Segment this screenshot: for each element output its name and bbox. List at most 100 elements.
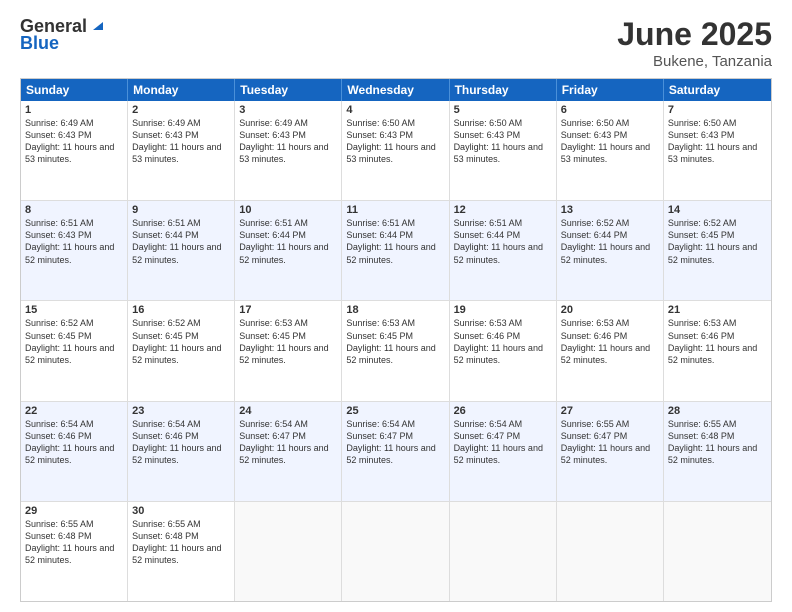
calendar-cell: 19Sunrise: 6:53 AM Sunset: 6:46 PM Dayli…	[450, 301, 557, 400]
day-number: 23	[132, 405, 230, 417]
calendar-cell: 11Sunrise: 6:51 AM Sunset: 6:44 PM Dayli…	[342, 201, 449, 300]
day-number: 2	[132, 104, 230, 116]
day-info: Sunrise: 6:49 AM Sunset: 6:43 PM Dayligh…	[132, 117, 230, 166]
header-thursday: Thursday	[450, 79, 557, 101]
calendar-cell: 8Sunrise: 6:51 AM Sunset: 6:43 PM Daylig…	[21, 201, 128, 300]
day-info: Sunrise: 6:53 AM Sunset: 6:46 PM Dayligh…	[561, 317, 659, 366]
day-info: Sunrise: 6:54 AM Sunset: 6:47 PM Dayligh…	[346, 418, 444, 467]
day-info: Sunrise: 6:52 AM Sunset: 6:45 PM Dayligh…	[668, 217, 767, 266]
calendar-row: 8Sunrise: 6:51 AM Sunset: 6:43 PM Daylig…	[21, 201, 771, 301]
calendar-cell	[235, 502, 342, 601]
header-monday: Monday	[128, 79, 235, 101]
day-info: Sunrise: 6:53 AM Sunset: 6:46 PM Dayligh…	[454, 317, 552, 366]
calendar-cell: 3Sunrise: 6:49 AM Sunset: 6:43 PM Daylig…	[235, 101, 342, 200]
day-number: 22	[25, 405, 123, 417]
day-number: 28	[668, 405, 767, 417]
calendar-row: 15Sunrise: 6:52 AM Sunset: 6:45 PM Dayli…	[21, 301, 771, 401]
day-info: Sunrise: 6:54 AM Sunset: 6:46 PM Dayligh…	[25, 418, 123, 467]
day-number: 29	[25, 505, 123, 517]
header: General Blue June 2025 Bukene, Tanzania	[20, 16, 772, 70]
header-tuesday: Tuesday	[235, 79, 342, 101]
day-number: 5	[454, 104, 552, 116]
calendar-cell: 13Sunrise: 6:52 AM Sunset: 6:44 PM Dayli…	[557, 201, 664, 300]
header-friday: Friday	[557, 79, 664, 101]
day-info: Sunrise: 6:51 AM Sunset: 6:44 PM Dayligh…	[346, 217, 444, 266]
day-info: Sunrise: 6:55 AM Sunset: 6:48 PM Dayligh…	[25, 518, 123, 567]
calendar-cell	[664, 502, 771, 601]
logo: General Blue	[20, 16, 105, 54]
logo-icon	[89, 16, 105, 32]
day-number: 10	[239, 204, 337, 216]
calendar-cell: 16Sunrise: 6:52 AM Sunset: 6:45 PM Dayli…	[128, 301, 235, 400]
day-number: 15	[25, 304, 123, 316]
calendar-cell: 14Sunrise: 6:52 AM Sunset: 6:45 PM Dayli…	[664, 201, 771, 300]
day-info: Sunrise: 6:53 AM Sunset: 6:45 PM Dayligh…	[346, 317, 444, 366]
day-number: 20	[561, 304, 659, 316]
day-info: Sunrise: 6:51 AM Sunset: 6:44 PM Dayligh…	[239, 217, 337, 266]
day-number: 1	[25, 104, 123, 116]
day-info: Sunrise: 6:53 AM Sunset: 6:45 PM Dayligh…	[239, 317, 337, 366]
day-number: 7	[668, 104, 767, 116]
day-number: 18	[346, 304, 444, 316]
calendar-title: June 2025	[617, 16, 772, 53]
day-number: 24	[239, 405, 337, 417]
day-info: Sunrise: 6:52 AM Sunset: 6:45 PM Dayligh…	[132, 317, 230, 366]
calendar: Sunday Monday Tuesday Wednesday Thursday…	[20, 78, 772, 602]
calendar-cell: 10Sunrise: 6:51 AM Sunset: 6:44 PM Dayli…	[235, 201, 342, 300]
day-number: 27	[561, 405, 659, 417]
day-number: 9	[132, 204, 230, 216]
calendar-cell: 28Sunrise: 6:55 AM Sunset: 6:48 PM Dayli…	[664, 402, 771, 501]
calendar-cell: 1Sunrise: 6:49 AM Sunset: 6:43 PM Daylig…	[21, 101, 128, 200]
day-info: Sunrise: 6:50 AM Sunset: 6:43 PM Dayligh…	[561, 117, 659, 166]
day-info: Sunrise: 6:52 AM Sunset: 6:44 PM Dayligh…	[561, 217, 659, 266]
day-info: Sunrise: 6:53 AM Sunset: 6:46 PM Dayligh…	[668, 317, 767, 366]
day-number: 26	[454, 405, 552, 417]
day-info: Sunrise: 6:49 AM Sunset: 6:43 PM Dayligh…	[25, 117, 123, 166]
calendar-body: 1Sunrise: 6:49 AM Sunset: 6:43 PM Daylig…	[21, 101, 771, 601]
calendar-cell: 9Sunrise: 6:51 AM Sunset: 6:44 PM Daylig…	[128, 201, 235, 300]
calendar-location: Bukene, Tanzania	[617, 53, 772, 70]
day-number: 19	[454, 304, 552, 316]
day-info: Sunrise: 6:54 AM Sunset: 6:47 PM Dayligh…	[454, 418, 552, 467]
calendar-cell	[342, 502, 449, 601]
day-info: Sunrise: 6:55 AM Sunset: 6:48 PM Dayligh…	[132, 518, 230, 567]
calendar-header: Sunday Monday Tuesday Wednesday Thursday…	[21, 79, 771, 101]
calendar-cell: 21Sunrise: 6:53 AM Sunset: 6:46 PM Dayli…	[664, 301, 771, 400]
calendar-cell: 5Sunrise: 6:50 AM Sunset: 6:43 PM Daylig…	[450, 101, 557, 200]
calendar-cell	[557, 502, 664, 601]
calendar-row: 1Sunrise: 6:49 AM Sunset: 6:43 PM Daylig…	[21, 101, 771, 201]
calendar-cell: 23Sunrise: 6:54 AM Sunset: 6:46 PM Dayli…	[128, 402, 235, 501]
calendar-row: 22Sunrise: 6:54 AM Sunset: 6:46 PM Dayli…	[21, 402, 771, 502]
day-info: Sunrise: 6:54 AM Sunset: 6:47 PM Dayligh…	[239, 418, 337, 467]
calendar-cell: 24Sunrise: 6:54 AM Sunset: 6:47 PM Dayli…	[235, 402, 342, 501]
calendar-cell: 17Sunrise: 6:53 AM Sunset: 6:45 PM Dayli…	[235, 301, 342, 400]
day-number: 8	[25, 204, 123, 216]
title-area: June 2025 Bukene, Tanzania	[617, 16, 772, 70]
day-info: Sunrise: 6:51 AM Sunset: 6:44 PM Dayligh…	[454, 217, 552, 266]
day-info: Sunrise: 6:50 AM Sunset: 6:43 PM Dayligh…	[346, 117, 444, 166]
day-info: Sunrise: 6:52 AM Sunset: 6:45 PM Dayligh…	[25, 317, 123, 366]
day-info: Sunrise: 6:51 AM Sunset: 6:44 PM Dayligh…	[132, 217, 230, 266]
day-number: 14	[668, 204, 767, 216]
calendar-page: General Blue June 2025 Bukene, Tanzania …	[0, 0, 792, 612]
calendar-cell: 30Sunrise: 6:55 AM Sunset: 6:48 PM Dayli…	[128, 502, 235, 601]
calendar-cell: 2Sunrise: 6:49 AM Sunset: 6:43 PM Daylig…	[128, 101, 235, 200]
calendar-row: 29Sunrise: 6:55 AM Sunset: 6:48 PM Dayli…	[21, 502, 771, 601]
day-info: Sunrise: 6:54 AM Sunset: 6:46 PM Dayligh…	[132, 418, 230, 467]
calendar-cell: 25Sunrise: 6:54 AM Sunset: 6:47 PM Dayli…	[342, 402, 449, 501]
header-sunday: Sunday	[21, 79, 128, 101]
calendar-cell: 6Sunrise: 6:50 AM Sunset: 6:43 PM Daylig…	[557, 101, 664, 200]
day-info: Sunrise: 6:50 AM Sunset: 6:43 PM Dayligh…	[668, 117, 767, 166]
day-number: 3	[239, 104, 337, 116]
calendar-cell: 29Sunrise: 6:55 AM Sunset: 6:48 PM Dayli…	[21, 502, 128, 601]
day-info: Sunrise: 6:50 AM Sunset: 6:43 PM Dayligh…	[454, 117, 552, 166]
calendar-cell: 4Sunrise: 6:50 AM Sunset: 6:43 PM Daylig…	[342, 101, 449, 200]
calendar-cell: 26Sunrise: 6:54 AM Sunset: 6:47 PM Dayli…	[450, 402, 557, 501]
calendar-cell: 22Sunrise: 6:54 AM Sunset: 6:46 PM Dayli…	[21, 402, 128, 501]
calendar-cell: 18Sunrise: 6:53 AM Sunset: 6:45 PM Dayli…	[342, 301, 449, 400]
day-info: Sunrise: 6:51 AM Sunset: 6:43 PM Dayligh…	[25, 217, 123, 266]
day-number: 12	[454, 204, 552, 216]
day-number: 11	[346, 204, 444, 216]
day-number: 17	[239, 304, 337, 316]
day-info: Sunrise: 6:49 AM Sunset: 6:43 PM Dayligh…	[239, 117, 337, 166]
